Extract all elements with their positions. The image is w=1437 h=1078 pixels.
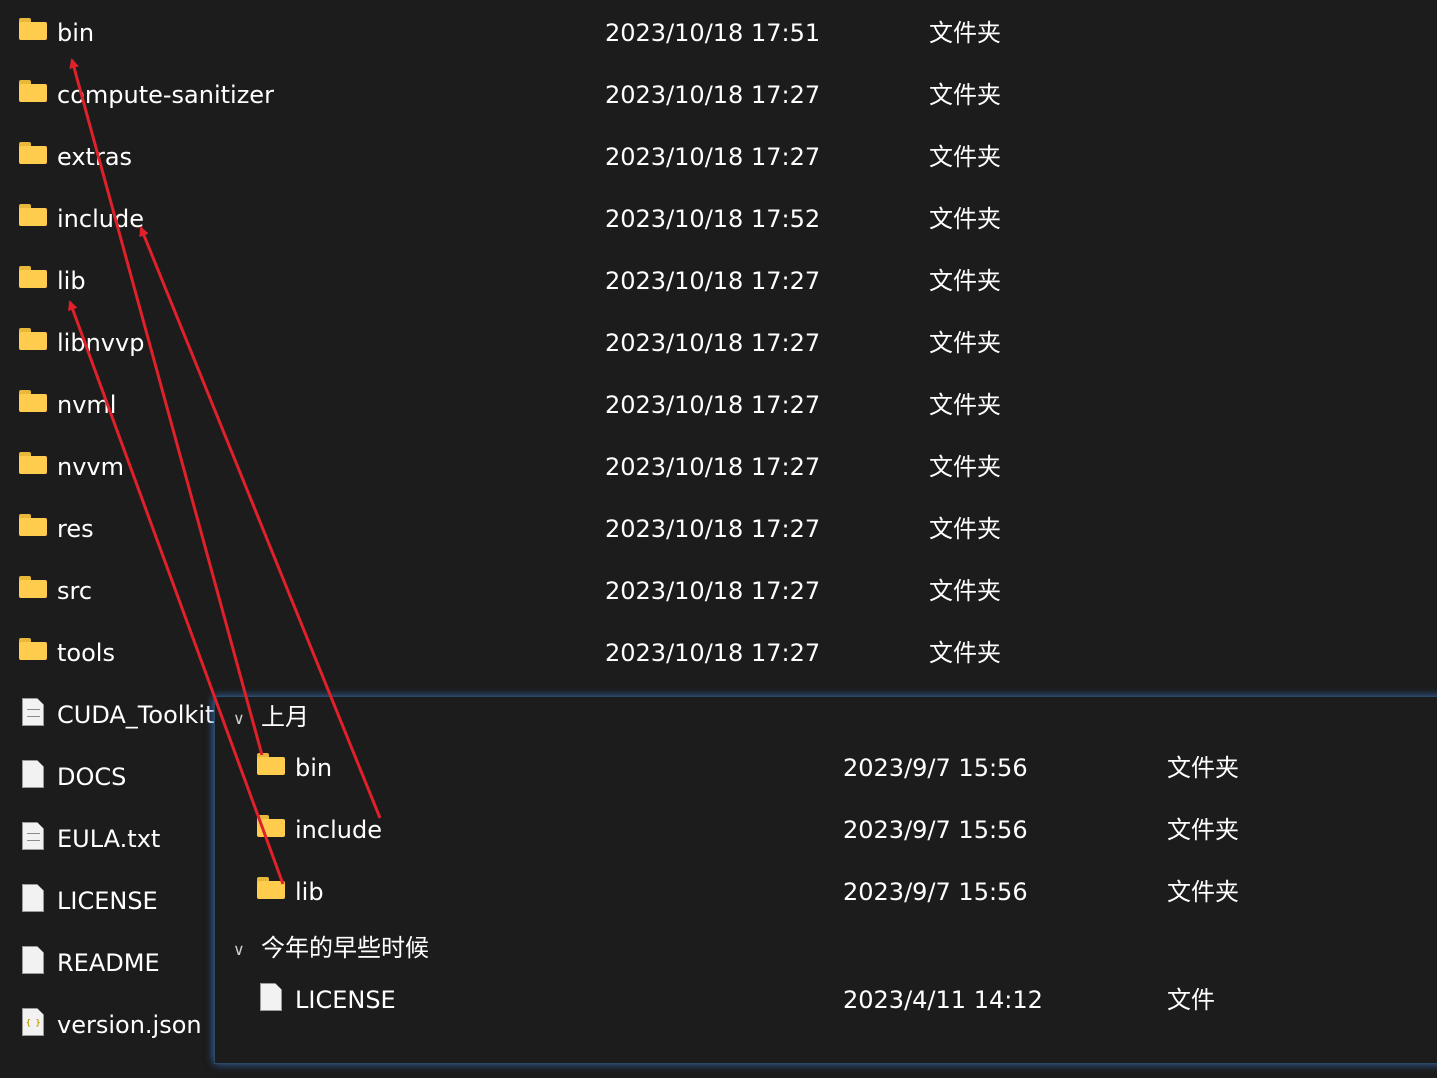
chevron-down-icon[interactable]: ∨: [233, 940, 245, 959]
file-date: 2023/4/11 14:12: [843, 986, 1043, 1014]
file-name: nvvm: [57, 453, 124, 481]
folder-icon: [19, 638, 47, 660]
file-name: version.json: [57, 1011, 202, 1039]
file-type: 文件夹: [929, 143, 1001, 171]
file-name: CUDA_Toolkit: [57, 701, 215, 729]
file-type: 文件夹: [929, 515, 1001, 543]
folder-icon: [19, 390, 47, 412]
file-icon: [260, 983, 282, 1011]
file-type: 文件夹: [929, 81, 1001, 109]
chevron-down-icon[interactable]: ∨: [233, 709, 245, 728]
file-name: DOCS: [57, 763, 127, 791]
group-label: 今年的早些时候: [261, 934, 429, 962]
file-type: 文件夹: [929, 391, 1001, 419]
text-file-icon: [22, 822, 44, 850]
file-name: compute-sanitizer: [57, 81, 274, 109]
file-icon: [22, 946, 44, 974]
file-date: 2023/10/18 17:27: [605, 329, 821, 357]
folder-icon: [19, 18, 47, 40]
list-item[interactable]: lib 2023/10/18 17:27 文件夹: [0, 250, 1437, 312]
file-icon: [22, 760, 44, 788]
file-name: LICENSE: [57, 887, 158, 915]
file-name: res: [57, 515, 94, 543]
file-date: 2023/9/7 15:56: [843, 878, 1028, 906]
group-header-last-month[interactable]: ∨ 上月: [215, 699, 1437, 739]
file-name: README: [57, 949, 160, 977]
file-name: EULA.txt: [57, 825, 161, 853]
folder-icon: [19, 452, 47, 474]
file-explorer-window: bin 2023/10/18 17:51 文件夹 compute-sanitiz…: [0, 0, 1437, 1078]
file-name: bin: [57, 19, 95, 47]
list-item[interactable]: bin 2023/10/18 17:51 文件夹: [0, 2, 1437, 64]
file-type: 文件夹: [1167, 754, 1239, 782]
file-type: 文件夹: [929, 577, 1001, 605]
text-file-icon: [22, 698, 44, 726]
folder-icon: [19, 514, 47, 536]
overlay-file-list: ∨ 上月 bin 2023/9/7 15:56 文件夹 include 2023…: [215, 697, 1437, 1063]
file-type: 文件夹: [929, 205, 1001, 233]
group-label: 上月: [261, 703, 309, 731]
file-type: 文件夹: [929, 453, 1001, 481]
file-name: extras: [57, 143, 133, 171]
folder-icon: [257, 815, 285, 837]
file-date: 2023/10/18 17:51: [605, 19, 821, 47]
file-type: 文件夹: [929, 639, 1001, 667]
folder-icon: [19, 576, 47, 598]
file-name: include: [295, 816, 382, 844]
folder-icon: [19, 204, 47, 226]
file-name: libnvvp: [57, 329, 145, 357]
file-type: 文件: [1167, 986, 1215, 1014]
list-item[interactable]: tools 2023/10/18 17:27 文件夹: [0, 622, 1437, 684]
file-type: 文件夹: [929, 329, 1001, 357]
list-item[interactable]: compute-sanitizer 2023/10/18 17:27 文件夹: [0, 64, 1437, 126]
file-date: 2023/10/18 17:27: [605, 453, 821, 481]
file-date: 2023/10/18 17:27: [605, 143, 821, 171]
file-date: 2023/10/18 17:27: [605, 639, 821, 667]
list-item[interactable]: include 2023/9/7 15:56 文件夹: [215, 799, 1437, 861]
file-name: lib: [295, 878, 324, 906]
folder-icon: [19, 142, 47, 164]
list-item[interactable]: extras 2023/10/18 17:27 文件夹: [0, 126, 1437, 188]
json-file-icon: [22, 1008, 44, 1036]
file-date: 2023/9/7 15:56: [843, 754, 1028, 782]
group-header-earlier-this-year[interactable]: ∨ 今年的早些时候: [215, 930, 1437, 970]
file-name: src: [57, 577, 93, 605]
list-item[interactable]: include 2023/10/18 17:52 文件夹: [0, 188, 1437, 250]
file-type: 文件夹: [1167, 878, 1239, 906]
file-date: 2023/10/18 17:27: [605, 267, 821, 295]
file-name: LICENSE: [295, 986, 396, 1014]
list-item[interactable]: LICENSE 2023/4/11 14:12 文件: [215, 969, 1437, 1031]
file-type: 文件夹: [929, 19, 1001, 47]
list-item[interactable]: bin 2023/9/7 15:56 文件夹: [215, 737, 1437, 799]
file-icon: [22, 884, 44, 912]
file-date: 2023/10/18 17:27: [605, 391, 821, 419]
file-name: nvml: [57, 391, 117, 419]
folder-icon: [19, 80, 47, 102]
file-name: bin: [295, 754, 333, 782]
folder-icon: [19, 266, 47, 288]
list-item[interactable]: res 2023/10/18 17:27 文件夹: [0, 498, 1437, 560]
file-name: include: [57, 205, 144, 233]
file-date: 2023/10/18 17:27: [605, 577, 821, 605]
file-type: 文件夹: [1167, 816, 1239, 844]
list-item[interactable]: lib 2023/9/7 15:56 文件夹: [215, 861, 1437, 923]
file-date: 2023/10/18 17:27: [605, 515, 821, 543]
list-item[interactable]: src 2023/10/18 17:27 文件夹: [0, 560, 1437, 622]
list-item[interactable]: nvvm 2023/10/18 17:27 文件夹: [0, 436, 1437, 498]
file-date: 2023/10/18 17:27: [605, 81, 821, 109]
folder-icon: [257, 753, 285, 775]
file-type: 文件夹: [929, 267, 1001, 295]
file-date: 2023/9/7 15:56: [843, 816, 1028, 844]
list-item[interactable]: nvml 2023/10/18 17:27 文件夹: [0, 374, 1437, 436]
list-item[interactable]: libnvvp 2023/10/18 17:27 文件夹: [0, 312, 1437, 374]
folder-icon: [257, 877, 285, 899]
file-name: tools: [57, 639, 115, 667]
file-date: 2023/10/18 17:52: [605, 205, 821, 233]
folder-icon: [19, 328, 47, 350]
file-name: lib: [57, 267, 86, 295]
